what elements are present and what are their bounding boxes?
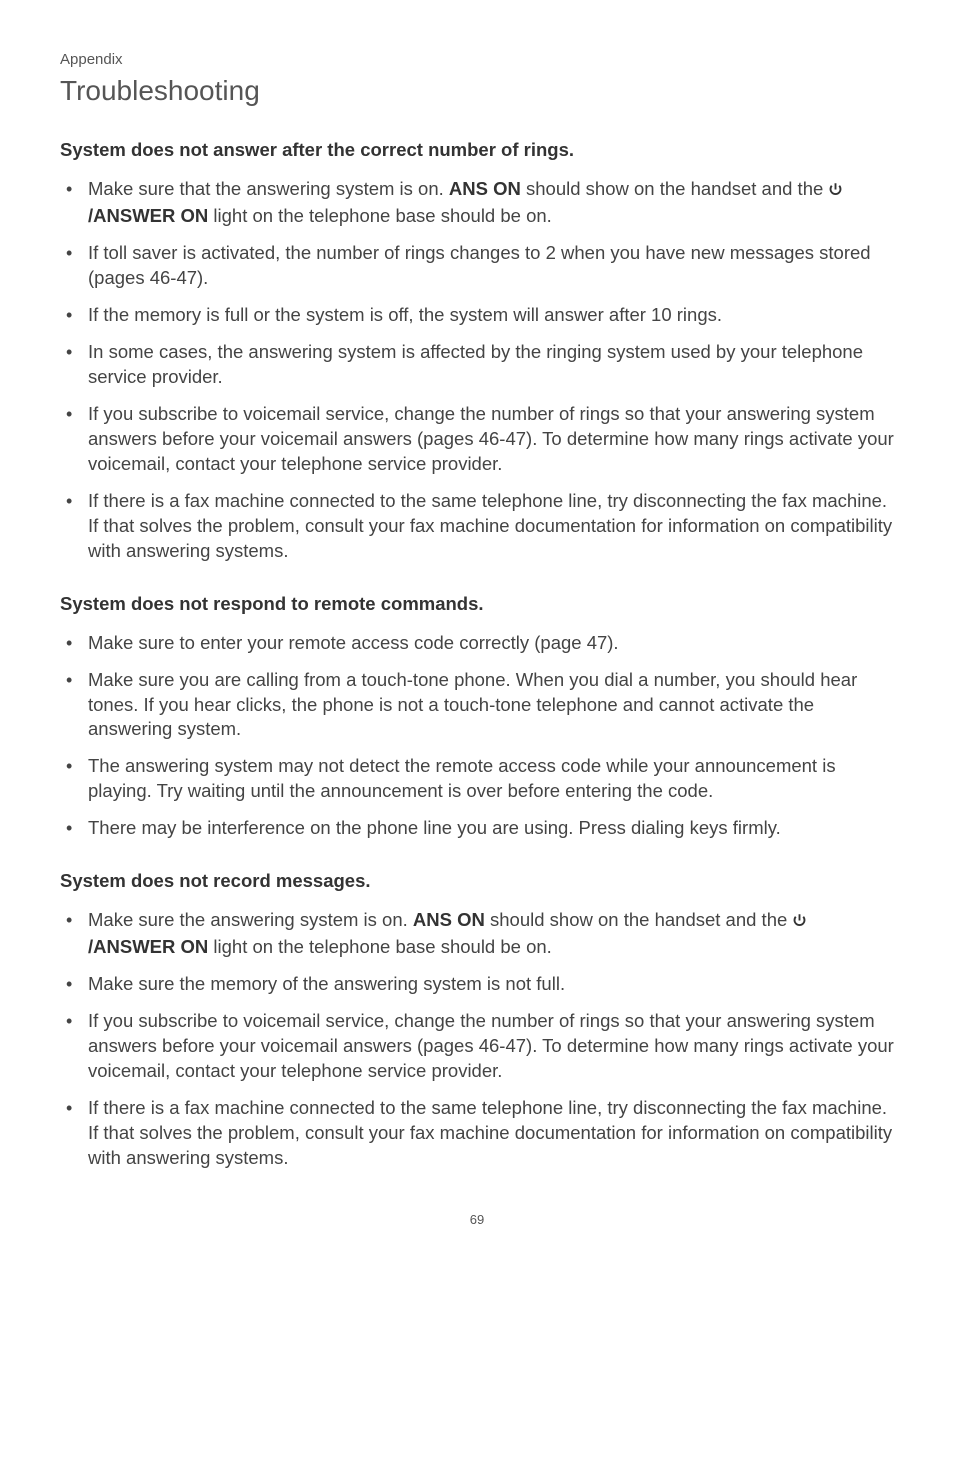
list-item: Make sure to enter your remote access co…	[60, 631, 894, 656]
list-item: Make sure that the answering system is o…	[60, 177, 894, 229]
list-item: If the memory is full or the system is o…	[60, 303, 894, 328]
text: Make sure that the answering system is o…	[88, 178, 449, 199]
bold-text: ANS ON	[413, 909, 485, 930]
text: Make sure the answering system is on.	[88, 909, 413, 930]
list-item: If there is a fax machine connected to t…	[60, 1096, 894, 1171]
bold-text: /ANSWER ON	[88, 936, 208, 957]
text: light on the telephone base should be on…	[208, 936, 552, 957]
section-3-list: Make sure the answering system is on. AN…	[60, 908, 894, 1171]
section-heading-3: System does not record messages.	[60, 869, 894, 894]
list-item: Make sure you are calling from a touch-t…	[60, 668, 894, 743]
text: light on the telephone base should be on…	[208, 205, 552, 226]
bold-text: /ANSWER ON	[88, 205, 208, 226]
list-item: In some cases, the answering system is a…	[60, 340, 894, 390]
list-item: Make sure the memory of the answering sy…	[60, 972, 894, 997]
list-item: If there is a fax machine connected to t…	[60, 489, 894, 564]
section-2-list: Make sure to enter your remote access co…	[60, 631, 894, 842]
text: should show on the handset and the	[521, 178, 829, 199]
page-number: 69	[60, 1211, 894, 1229]
list-item: If you subscribe to voicemail service, c…	[60, 402, 894, 477]
list-item: There may be interference on the phone l…	[60, 816, 894, 841]
section-heading-1: System does not answer after the correct…	[60, 138, 894, 163]
section-heading-2: System does not respond to remote comman…	[60, 592, 894, 617]
power-icon	[792, 910, 807, 935]
list-item: Make sure the answering system is on. AN…	[60, 908, 894, 960]
power-icon	[828, 179, 843, 204]
text: should show on the handset and the	[485, 909, 793, 930]
list-item: If you subscribe to voicemail service, c…	[60, 1009, 894, 1084]
list-item: The answering system may not detect the …	[60, 754, 894, 804]
bold-text: ANS ON	[449, 178, 521, 199]
page-title: Troubleshooting	[60, 72, 894, 110]
appendix-label: Appendix	[60, 50, 894, 70]
section-1-list: Make sure that the answering system is o…	[60, 177, 894, 564]
list-item: If toll saver is activated, the number o…	[60, 241, 894, 291]
